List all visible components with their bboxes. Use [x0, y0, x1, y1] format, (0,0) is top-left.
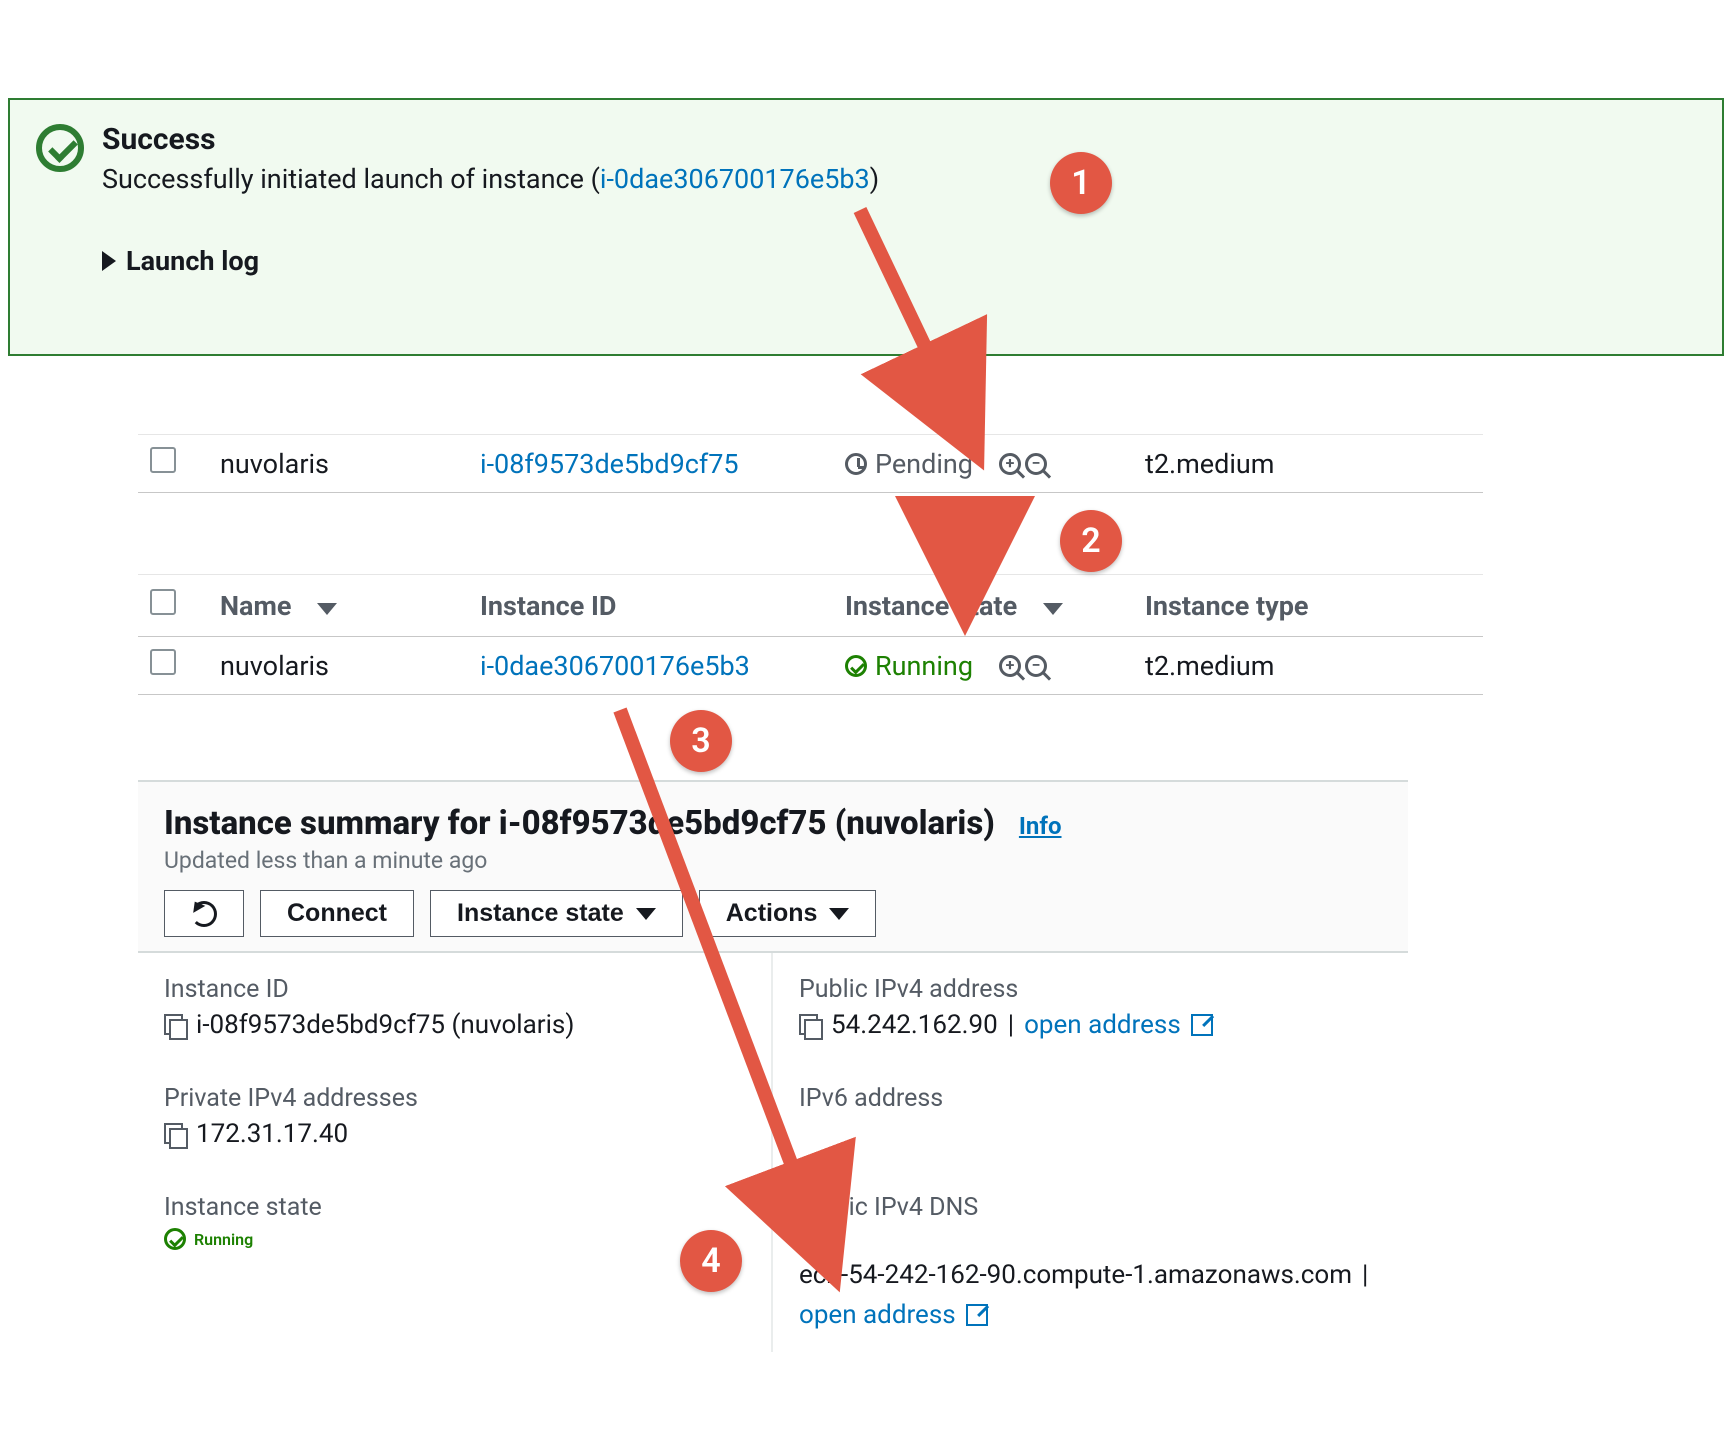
row-checkbox[interactable] — [150, 649, 176, 675]
refresh-icon — [191, 901, 217, 927]
field-label-public-ipv4: Public IPv4 address — [799, 975, 1382, 1004]
zoom-in-icon[interactable]: + — [999, 453, 1021, 475]
copy-icon[interactable] — [164, 1014, 186, 1036]
instance-name: nuvolaris — [220, 448, 329, 480]
refresh-button[interactable] — [164, 890, 244, 937]
col-header-state[interactable]: Instance state — [845, 590, 1017, 622]
field-label-instance-state: Instance state — [164, 1193, 745, 1222]
instance-type: t2.medium — [1145, 650, 1274, 682]
annotation-callout-3: 3 — [670, 710, 732, 772]
field-label-public-dns: Public IPv4 DNS — [799, 1193, 1382, 1222]
open-address-link[interactable]: open address — [799, 1300, 956, 1330]
field-value-instance-id: i-08f9573de5bd9cf75 (nuvolaris) — [196, 1010, 574, 1040]
state-label: Running — [875, 650, 973, 682]
field-value-private-ipv4: 172.31.17.40 — [196, 1119, 348, 1149]
field-value-public-ipv4: 54.242.162.90 — [831, 1010, 998, 1040]
table-header-row: Name Instance ID Instance state Instance… — [138, 575, 1483, 637]
col-header-type[interactable]: Instance type — [1145, 590, 1308, 622]
field-label-instance-id: Instance ID — [164, 975, 745, 1004]
caret-down-icon — [636, 908, 656, 920]
field-value-instance-state: Running — [194, 1230, 253, 1249]
instance-name: nuvolaris — [220, 650, 329, 682]
success-check-icon — [36, 124, 84, 172]
success-msg-suffix: ) — [870, 163, 879, 195]
zoom-out-icon[interactable]: − — [1025, 453, 1047, 475]
summary-info-link[interactable]: Info — [1019, 812, 1062, 840]
open-address-link[interactable]: open address — [1024, 1010, 1181, 1040]
table-row[interactable]: nuvolaris i-0dae306700176e5b3 Running + … — [138, 637, 1483, 695]
field-label-private-ipv4: Private IPv4 addresses — [164, 1084, 745, 1113]
success-message: Successfully initiated launch of instanc… — [102, 163, 879, 195]
connect-label: Connect — [287, 899, 387, 928]
instance-id-link[interactable]: i-08f9573de5bd9cf75 — [480, 448, 739, 480]
success-title: Success — [102, 122, 879, 157]
summary-subtitle: Updated less than a minute ago — [164, 847, 1382, 874]
table-row[interactable]: nuvolaris i-08f9573de5bd9cf75 Pending + … — [138, 435, 1483, 493]
col-header-name[interactable]: Name — [220, 590, 291, 622]
external-link-icon[interactable] — [966, 1304, 988, 1326]
copy-icon[interactable] — [799, 1228, 821, 1250]
row-checkbox[interactable] — [150, 447, 176, 473]
copy-icon[interactable] — [799, 1014, 821, 1036]
col-header-instance-id[interactable]: Instance ID — [480, 590, 616, 622]
clock-icon — [845, 453, 867, 475]
success-banner: Success Successfully initiated launch of… — [8, 98, 1724, 356]
expand-icon — [102, 251, 116, 271]
state-label: Pending — [875, 448, 973, 480]
instance-row-pending: nuvolaris i-08f9573de5bd9cf75 Pending + … — [138, 434, 1483, 493]
sort-icon[interactable] — [1043, 603, 1063, 615]
instance-state-pending: Pending + − — [845, 448, 1121, 480]
annotation-callout-4: 4 — [680, 1230, 742, 1292]
instance-state-label: Instance state — [457, 899, 624, 928]
instance-id-link[interactable]: i-0dae306700176e5b3 — [480, 650, 750, 682]
header-checkbox[interactable] — [150, 589, 176, 615]
field-value-public-dns: ec2-54-242-162-90.compute-1.amazonaws.co… — [799, 1260, 1352, 1290]
launched-instance-link[interactable]: i-0dae306700176e5b3 — [600, 163, 870, 195]
caret-down-icon — [829, 908, 849, 920]
instance-state-running: Running + − — [845, 650, 1121, 682]
summary-title: Instance summary for i-08f9573de5bd9cf75… — [164, 804, 995, 843]
field-label-ipv6: IPv6 address — [799, 1084, 1382, 1113]
launch-log-label: Launch log — [126, 245, 259, 277]
instance-summary-panel: Instance summary for i-08f9573de5bd9cf75… — [138, 780, 1408, 1352]
zoom-in-icon[interactable]: + — [999, 655, 1021, 677]
copy-icon[interactable] — [164, 1123, 186, 1145]
external-link-icon[interactable] — [1191, 1014, 1213, 1036]
launch-log-toggle[interactable]: Launch log — [102, 245, 1696, 277]
zoom-out-icon[interactable]: − — [1025, 655, 1047, 677]
annotation-callout-1: 1 — [1050, 152, 1112, 214]
actions-button[interactable]: Actions — [699, 890, 877, 937]
actions-label: Actions — [726, 899, 818, 928]
success-msg-prefix: Successfully initiated launch of instanc… — [102, 163, 600, 195]
instances-table: Name Instance ID Instance state Instance… — [138, 574, 1483, 695]
sort-icon[interactable] — [317, 603, 337, 615]
connect-button[interactable]: Connect — [260, 890, 414, 937]
check-circle-icon — [164, 1228, 186, 1250]
check-circle-icon — [845, 655, 867, 677]
instance-state-button[interactable]: Instance state — [430, 890, 683, 937]
annotation-callout-2: 2 — [1060, 510, 1122, 572]
instance-type: t2.medium — [1145, 448, 1274, 480]
